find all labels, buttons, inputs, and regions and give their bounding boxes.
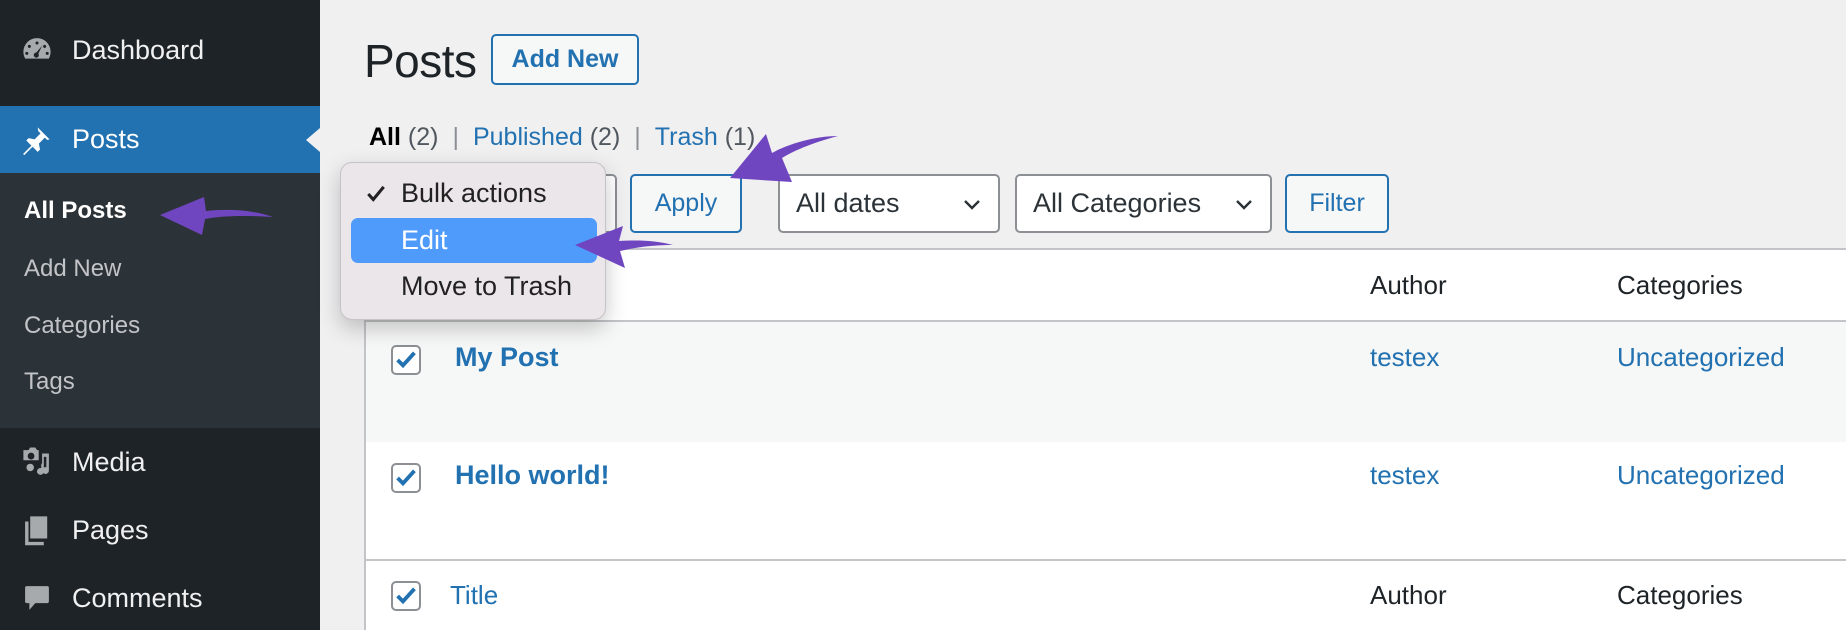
view-trash-link[interactable]: Trash (655, 123, 718, 152)
media-camera-music-icon (20, 445, 54, 479)
count-value: (2) (589, 123, 621, 151)
select-all-checkbox[interactable] (391, 581, 421, 611)
sidebar-item-dashboard[interactable]: Dashboard (0, 20, 320, 80)
checkmark-icon (367, 185, 385, 202)
comment-bubble-icon (20, 581, 54, 615)
add-new-post-button[interactable]: Add New (491, 34, 639, 85)
admin-sidebar: Dashboard Posts All Posts Add New Catego… (0, 0, 320, 630)
submenu-item-tags[interactable]: Tags (24, 368, 75, 396)
post-category-link[interactable]: Uncategorized (1617, 460, 1785, 491)
submenu-item-all-posts[interactable]: All Posts (24, 197, 127, 225)
sidebar-item-label: Pages (72, 514, 149, 545)
pushpin-icon (20, 123, 54, 157)
column-header-author: Author (1370, 270, 1447, 300)
view-all-link[interactable]: All (369, 123, 401, 152)
view-trash-count: (1) (718, 123, 756, 152)
row-checkbox[interactable] (391, 345, 421, 375)
sidebar-item-label: Dashboard (72, 34, 205, 65)
sidebar-item-media[interactable]: Media (0, 432, 320, 492)
post-status-views: All (2) | Published (2) | Trash (1) (369, 123, 755, 152)
sidebar-item-pages[interactable]: Pages (0, 500, 320, 560)
column-footer-author: Author (1370, 580, 1447, 610)
count-value: (1) (724, 123, 756, 151)
bulk-option-bulk-actions[interactable]: Bulk actions (351, 171, 597, 216)
sidebar-item-label: Posts (72, 124, 140, 154)
table-footer-row: Title Author Categories (366, 559, 1846, 630)
post-category-link[interactable]: Uncategorized (1617, 342, 1785, 373)
submenu-item-add-new[interactable]: Add New (24, 255, 121, 283)
chevron-down-icon (1236, 199, 1252, 210)
post-title-link[interactable]: Hello world! (455, 460, 610, 491)
dashboard-gauge-icon (20, 33, 54, 67)
column-footer-categories: Categories (1617, 580, 1743, 610)
apply-button[interactable]: Apply (630, 174, 742, 233)
page-title: Posts (364, 35, 477, 87)
submenu-item-categories[interactable]: Categories (24, 312, 140, 340)
table-row: My Post testex Uncategorized (366, 322, 1846, 442)
pages-icon (20, 513, 54, 547)
bulk-actions-dropdown-menu: Bulk actions Edit Move to Trash (340, 162, 606, 320)
view-all-count: (2) (401, 123, 439, 152)
option-label: Bulk actions (401, 178, 547, 208)
row-checkbox[interactable] (391, 463, 421, 493)
post-author-link[interactable]: testex (1370, 460, 1439, 491)
option-label: Move to Trash (401, 271, 573, 301)
post-title-link[interactable]: My Post (455, 342, 559, 373)
checkmark-icon (396, 469, 416, 487)
bulk-option-edit[interactable]: Edit (351, 218, 597, 263)
current-menu-indicator (306, 127, 320, 152)
bulk-option-move-to-trash[interactable]: Move to Trash (351, 264, 597, 309)
column-footer-title[interactable]: Title (450, 580, 498, 611)
view-published-count: (2) (583, 123, 621, 152)
sidebar-item-label: Media (72, 446, 146, 477)
sidebar-item-posts[interactable]: Posts (0, 106, 320, 173)
column-header-categories: Categories (1617, 270, 1743, 300)
option-label: Edit (401, 225, 448, 255)
dates-filter-select[interactable]: All dates (778, 174, 1000, 233)
filter-button[interactable]: Filter (1285, 174, 1389, 233)
dates-filter-value: All dates (796, 188, 900, 218)
view-published-link[interactable]: Published (473, 123, 583, 152)
table-row: Hello world! testex Uncategorized (366, 442, 1846, 559)
post-author-link[interactable]: testex (1370, 342, 1439, 373)
categories-filter-value: All Categories (1033, 188, 1202, 218)
view-separator: | (634, 123, 641, 151)
count-value: (2) (407, 123, 439, 151)
posts-submenu: All Posts Add New Categories Tags (0, 173, 320, 428)
checkmark-icon (396, 587, 416, 605)
chevron-down-icon (964, 199, 980, 210)
sidebar-item-comments[interactable]: Comments (0, 568, 320, 628)
sidebar-item-label: Comments (72, 582, 203, 613)
view-separator: | (452, 123, 459, 151)
categories-filter-select[interactable]: All Categories (1015, 174, 1272, 233)
checkmark-icon (396, 351, 416, 369)
